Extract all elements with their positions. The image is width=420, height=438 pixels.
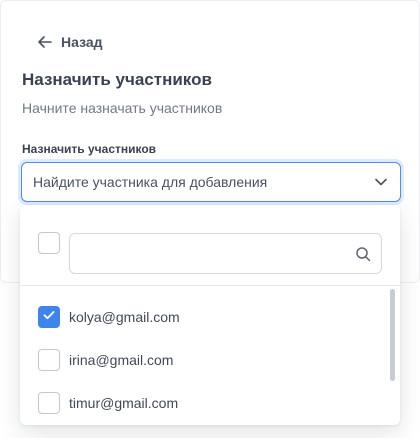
option-email: kolya@gmail.com — [69, 309, 180, 325]
option-irina[interactable]: irina@gmail.com — [38, 348, 173, 372]
option-timur[interactable]: timur@gmail.com — [38, 391, 178, 415]
participant-options-list: kolya@gmail.com irina@gmail.com timur@gm… — [20, 287, 400, 425]
select-all-checkbox[interactable] — [38, 232, 60, 254]
checkmark-icon — [42, 308, 56, 327]
option-kolya[interactable]: kolya@gmail.com — [38, 305, 180, 329]
option-email: timur@gmail.com — [69, 395, 179, 411]
option-checkbox-irina[interactable] — [38, 349, 60, 371]
participants-select-placeholder: Найдите участника для добавления — [33, 174, 268, 190]
back-label: Назад — [61, 34, 103, 50]
participants-field-label: Назначить участников — [22, 142, 157, 156]
participant-search-input[interactable] — [70, 234, 381, 273]
arrow-left-icon — [37, 34, 53, 50]
participants-dropdown: kolya@gmail.com irina@gmail.com timur@gm… — [20, 205, 400, 425]
option-email: irina@gmail.com — [69, 352, 174, 368]
participants-select[interactable]: Найдите участника для добавления — [21, 162, 401, 202]
chevron-down-icon — [373, 174, 389, 190]
page-subtitle: Начните назначать участников — [22, 100, 223, 116]
search-icon — [355, 246, 371, 262]
back-link[interactable]: Назад — [37, 31, 103, 53]
page-title: Назначить участников — [22, 70, 212, 89]
dropdown-header — [20, 205, 400, 286]
option-checkbox-timur[interactable] — [38, 392, 60, 414]
dropdown-scrollbar[interactable] — [390, 289, 395, 381]
participant-search-box[interactable] — [69, 233, 382, 274]
option-checkbox-kolya[interactable] — [38, 306, 60, 328]
page: Назад Назначить участников Начните назна… — [0, 0, 420, 438]
